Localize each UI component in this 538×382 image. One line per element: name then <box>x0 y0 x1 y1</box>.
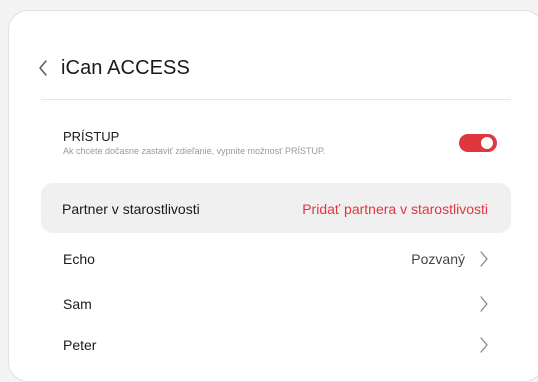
person-name: Sam <box>63 296 92 312</box>
person-status: Pozvaný <box>411 251 465 267</box>
access-setting-row: PRÍSTUP Ak chcete dočasne zastaviť zdieľ… <box>63 129 511 167</box>
page-title: iCan ACCESS <box>61 56 190 79</box>
access-description: Ak chcete dočasne zastaviť zdieľanie, vy… <box>63 146 326 156</box>
chevron-right-icon <box>478 335 490 355</box>
person-row-peter[interactable]: Peter <box>63 333 495 359</box>
access-toggle[interactable] <box>459 134 497 152</box>
chevron-right-icon <box>478 294 490 314</box>
add-care-partner-link[interactable]: Pridať partnera v starostlivosti <box>302 201 488 217</box>
person-name: Peter <box>63 337 97 353</box>
page-header: iCan ACCESS <box>37 55 190 81</box>
person-name: Echo <box>63 251 95 267</box>
access-title: PRÍSTUP <box>63 129 120 144</box>
header-divider <box>41 99 511 100</box>
chevron-right-icon <box>478 249 490 269</box>
toggle-knob <box>481 137 493 149</box>
settings-card: iCan ACCESS PRÍSTUP Ak chcete dočasne za… <box>8 10 538 382</box>
person-row-echo[interactable]: Echo Pozvaný <box>63 247 495 273</box>
care-partner-label: Partner v starostlivosti <box>62 201 200 217</box>
person-row-sam[interactable]: Sam <box>63 292 495 318</box>
care-partner-row[interactable]: Partner v starostlivosti Pridať partnera… <box>41 183 511 233</box>
chevron-left-icon[interactable] <box>37 59 51 77</box>
